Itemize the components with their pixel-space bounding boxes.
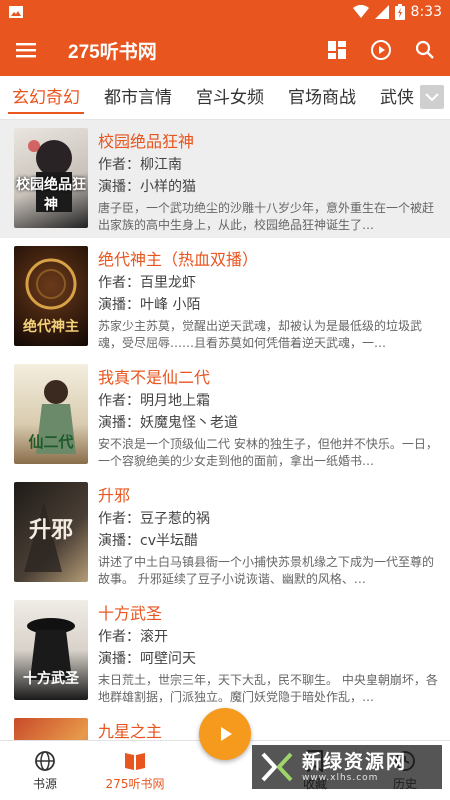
search-button[interactable] [412, 37, 438, 63]
wifi-icon [352, 5, 369, 19]
book-author: 作者：柳江南 [98, 157, 182, 173]
category-tabs: 玄幻奇幻 都市言情 宫斗女频 官场商战 武侠 [0, 76, 450, 120]
book-author: 作者：滚开 [98, 629, 168, 645]
play-icon [221, 727, 232, 741]
nav-source[interactable]: 书源 [0, 741, 90, 800]
book-author: 作者：明月地上霜 [98, 393, 210, 409]
menu-button[interactable] [12, 36, 40, 64]
signal-icon [374, 5, 389, 19]
menu-icon [16, 43, 36, 58]
status-time: 8:33 [410, 4, 442, 20]
list-item[interactable]: 绝代神主 绝代神主（热血双播） 作者：百里龙虾 演播：叶峰 小陌 苏家少主苏莫，… [0, 238, 450, 356]
book-description: 安不浪是一个顶级仙二代 安林的独生子，但他并不快乐。一日，一个容貌绝美的少女走到… [98, 437, 438, 468]
status-bar: 8:33 [0, 0, 450, 24]
watermark-url: www.xlhs.com [302, 773, 379, 783]
book-cover: 校园绝品狂神 [14, 128, 88, 228]
book-title: 绝代神主（热血双播） [98, 250, 259, 269]
watermark: 新绿资源网 www.xlhs.com [252, 745, 442, 789]
book-title: 我真不是仙二代 [98, 368, 211, 387]
tab-wuxia[interactable]: 武侠 [368, 76, 426, 119]
list-item[interactable]: 十方武圣 十方武圣 作者：滚开 演播：呵壁问天 末日荒土，世宗三年，天下大乱，民… [0, 592, 450, 710]
book-title: 十方武圣 [98, 604, 163, 623]
play-circle-icon [371, 40, 391, 60]
play-fab-button[interactable] [199, 708, 251, 760]
cover-title: 十方武圣 [23, 671, 79, 687]
book-narrator: 演播：呵壁问天 [98, 651, 196, 667]
nav-home[interactable]: 275听书网 [90, 741, 180, 800]
cover-title: 升邪 [28, 518, 73, 543]
book-cover: 十方武圣 [14, 600, 88, 700]
layout-button[interactable] [324, 37, 350, 63]
book-list: 校园绝品狂神 校园绝品狂神 作者：柳江南 演播：小样的猫 唐子臣，一个武功绝尘的… [0, 120, 450, 740]
book-title: 升邪 [98, 486, 131, 505]
cover-title: 仙二代 [28, 433, 74, 451]
book-description: 讲述了中土白马镇县衙一个小捕快苏景机缘之下成为一代至尊的故事。 升邪延续了豆子小… [98, 555, 435, 586]
nav-label: 275听书网 [105, 777, 165, 791]
image-notification-icon [8, 4, 24, 20]
tab-xuanhuan[interactable]: 玄幻奇幻 [0, 76, 92, 119]
tab-gongdou[interactable]: 宫斗女频 [184, 76, 276, 119]
book-description: 苏家少主苏莫，觉醒出逆天武魂，却被认为是最低级的垃圾武魂，受尽屈辱……且看苏莫如… [98, 319, 423, 350]
book-narrator: 演播：叶峰 小陌 [98, 297, 201, 313]
book-cover: 仙二代 [14, 364, 88, 464]
dashboard-icon [328, 41, 346, 59]
book-cover: 绝代神主 [14, 246, 88, 346]
book-narrator: 演播：妖魔鬼怪丶老道 [98, 415, 238, 431]
cover-title: 绝代神主 [23, 319, 79, 335]
app-title: 275听书网 [68, 41, 157, 63]
globe-icon [34, 749, 56, 773]
cover-title: 校园绝品狂神 [16, 177, 86, 213]
battery-icon [394, 4, 405, 20]
now-playing-button[interactable] [368, 37, 394, 63]
nav-label: 书源 [32, 777, 57, 791]
search-icon [415, 40, 434, 59]
book-author: 作者：百里龙虾 [98, 275, 196, 291]
chevron-down-icon [425, 93, 439, 102]
list-item[interactable]: 仙二代 我真不是仙二代 作者：明月地上霜 演播：妖魔鬼怪丶老道 安不浪是一个顶级… [0, 356, 450, 474]
book-description: 唐子臣，一个武功绝尘的沙雕十八岁少年，意外重生在一个被赶出家族的高中生身上，从此… [98, 201, 435, 232]
list-item[interactable]: 校园绝品狂神 校园绝品狂神 作者：柳江南 演播：小样的猫 唐子臣，一个武功绝尘的… [0, 120, 450, 238]
book-description: 末日荒土，世宗三年，天下大乱，民不聊生。 中央皇朝崩坏，各地群雄割据，门派独立。… [98, 673, 438, 704]
book-title: 校园绝品狂神 [98, 132, 195, 151]
tab-dushi[interactable]: 都市言情 [92, 76, 184, 119]
book-icon [123, 749, 147, 773]
book-narrator: 演播：cv半坛醋 [98, 533, 198, 549]
tab-guanchang[interactable]: 官场商战 [276, 76, 368, 119]
book-title: 九星之主 [98, 722, 163, 740]
book-cover: 升邪 [14, 482, 88, 582]
watermark-logo-icon [261, 752, 293, 782]
list-item[interactable]: 升邪 升邪 作者：豆子惹的祸 演播：cv半坛醋 讲述了中土白马镇县衙一个小捕快苏… [0, 474, 450, 592]
book-cover [14, 718, 88, 740]
book-author: 作者：豆子惹的祸 [98, 511, 210, 527]
tabs-expand-button[interactable] [420, 85, 444, 109]
watermark-title: 新绿资源网 [302, 751, 408, 773]
book-narrator: 演播：小样的猫 [98, 179, 196, 195]
app-bar: 275听书网 [0, 24, 450, 76]
